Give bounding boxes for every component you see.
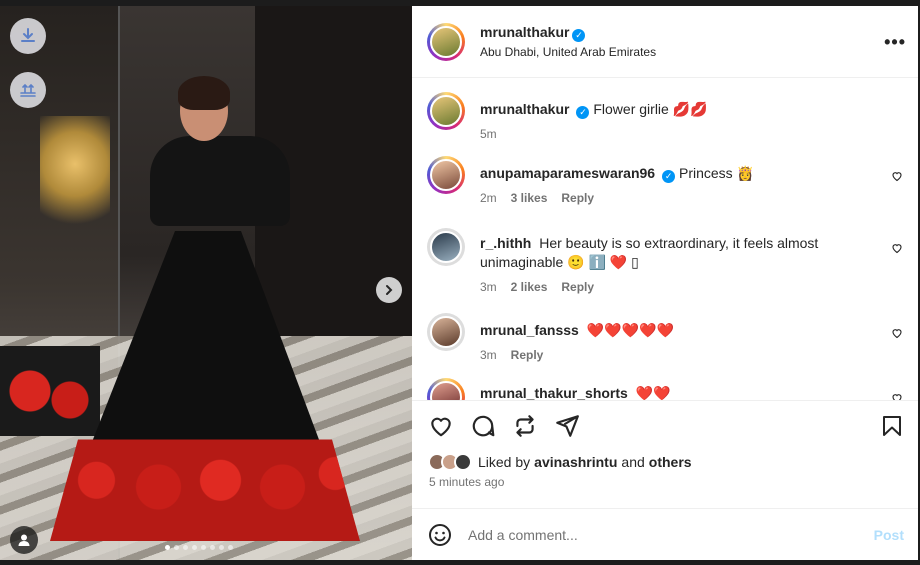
- caption-username[interactable]: mrunalthakur: [480, 101, 569, 117]
- carousel-dot[interactable]: [201, 545, 206, 550]
- carousel-dot[interactable]: [228, 545, 233, 550]
- post-header: mrunalthakur ✓ Abu Dhabi, United Arab Emi…: [412, 6, 918, 78]
- comment-time[interactable]: 2m: [480, 191, 497, 205]
- liked-by-others[interactable]: others: [649, 454, 692, 470]
- photo-dress-top: [150, 136, 290, 226]
- avatar[interactable]: [427, 228, 465, 266]
- photo-skirt-floral-border: [50, 406, 360, 541]
- reply-button[interactable]: Reply: [561, 280, 594, 294]
- comment-icon[interactable]: [470, 413, 496, 439]
- liked-by-user[interactable]: avinashrintu: [534, 454, 617, 470]
- download-icon[interactable]: [10, 18, 46, 54]
- comment-input[interactable]: [468, 526, 848, 543]
- tagged-user-button[interactable]: [10, 526, 38, 554]
- liked-by-prefix: Liked by: [478, 454, 531, 470]
- more-options-icon[interactable]: •••: [884, 32, 906, 53]
- comment-text: Princess 👸: [678, 165, 754, 181]
- carousel-dots: [165, 545, 233, 550]
- comment-time[interactable]: 3m: [480, 348, 497, 362]
- share-send-icon[interactable]: [554, 413, 580, 439]
- list-item: r_.hithh Her beauty is so extraordinary,…: [427, 228, 903, 294]
- avatar[interactable]: [427, 378, 465, 400]
- instagram-post-viewer: mrunalthakur ✓ Abu Dhabi, United Arab Emi…: [0, 0, 920, 565]
- carousel-dot[interactable]: [210, 545, 215, 550]
- caption-time[interactable]: 5m: [480, 127, 497, 141]
- comment-likes[interactable]: 2 likes: [511, 280, 548, 294]
- post-comment-button[interactable]: Post: [874, 527, 904, 543]
- chevron-right-icon: [386, 285, 393, 295]
- heart-icon[interactable]: [891, 327, 903, 339]
- user-icon: [18, 534, 30, 546]
- post-time[interactable]: 5 minutes ago: [412, 471, 918, 489]
- comments-list[interactable]: mrunalthakur ✓ Flower girlie 💋💋 5m anupam…: [412, 78, 918, 400]
- avatar[interactable]: [427, 313, 465, 351]
- liked-by-avatars[interactable]: [428, 453, 472, 471]
- avatar[interactable]: [427, 156, 465, 194]
- bookmark-icon[interactable]: [880, 413, 904, 439]
- comment-username[interactable]: mrunal_thakur_shorts: [480, 385, 628, 400]
- caption-row: mrunalthakur ✓ Flower girlie 💋💋 5m: [427, 92, 903, 141]
- comment-time[interactable]: 3m: [480, 280, 497, 294]
- adjust-icon[interactable]: [10, 72, 46, 108]
- reply-button[interactable]: Reply: [561, 191, 594, 205]
- like-heart-icon[interactable]: [428, 413, 454, 439]
- repost-icon[interactable]: [512, 413, 538, 439]
- header-username[interactable]: mrunalthakur: [480, 24, 569, 40]
- heart-icon[interactable]: [891, 170, 903, 182]
- add-comment-bar: Post: [412, 508, 918, 560]
- caption-text: Flower girlie 💋💋: [593, 101, 708, 117]
- list-item: mrunal_thakur_shorts ❤️❤️: [427, 378, 903, 400]
- carousel-dot[interactable]: [219, 545, 224, 550]
- comment-likes[interactable]: 3 likes: [511, 191, 548, 205]
- verified-badge-icon: ✓: [572, 29, 586, 42]
- carousel-next-button[interactable]: [376, 277, 402, 303]
- post-location[interactable]: Abu Dhabi, United Arab Emirates: [480, 45, 656, 59]
- comment-username[interactable]: anupamaparameswaran96: [480, 165, 655, 181]
- post-actions: Liked by avinashrintu and others 5 minut…: [412, 400, 918, 508]
- photo-hair: [178, 76, 230, 110]
- post-details-panel: mrunalthakur ✓ Abu Dhabi, United Arab Emi…: [412, 6, 918, 560]
- photo-lamp: [40, 116, 110, 236]
- carousel-dot[interactable]: [192, 545, 197, 550]
- list-item: mrunal_fansss ❤️❤️❤️❤️❤️ 3m Reply: [427, 313, 903, 362]
- verified-badge-icon: ✓: [576, 106, 590, 119]
- carousel-dot[interactable]: [183, 545, 188, 550]
- avatar[interactable]: [427, 22, 465, 61]
- comment-text: ❤️❤️❤️❤️❤️: [586, 322, 674, 338]
- comment-username[interactable]: mrunal_fansss: [480, 322, 579, 338]
- comment-text: ❤️❤️: [635, 385, 671, 400]
- avatar[interactable]: [427, 92, 465, 130]
- emoji-icon[interactable]: [428, 523, 452, 547]
- reply-button[interactable]: Reply: [511, 348, 544, 362]
- verified-badge-icon: ✓: [662, 170, 676, 183]
- carousel-dot[interactable]: [174, 545, 179, 550]
- list-item: anupamaparameswaran96 ✓ Princess 👸 2m 3 l…: [427, 156, 903, 205]
- heart-icon[interactable]: [891, 392, 903, 400]
- carousel-dot[interactable]: [165, 545, 170, 550]
- post-photo[interactable]: [0, 6, 412, 560]
- comment-username[interactable]: r_.hithh: [480, 235, 531, 251]
- liked-by-and: and: [621, 454, 645, 470]
- heart-icon[interactable]: [891, 242, 903, 254]
- liked-by: Liked by avinashrintu and others: [412, 439, 918, 471]
